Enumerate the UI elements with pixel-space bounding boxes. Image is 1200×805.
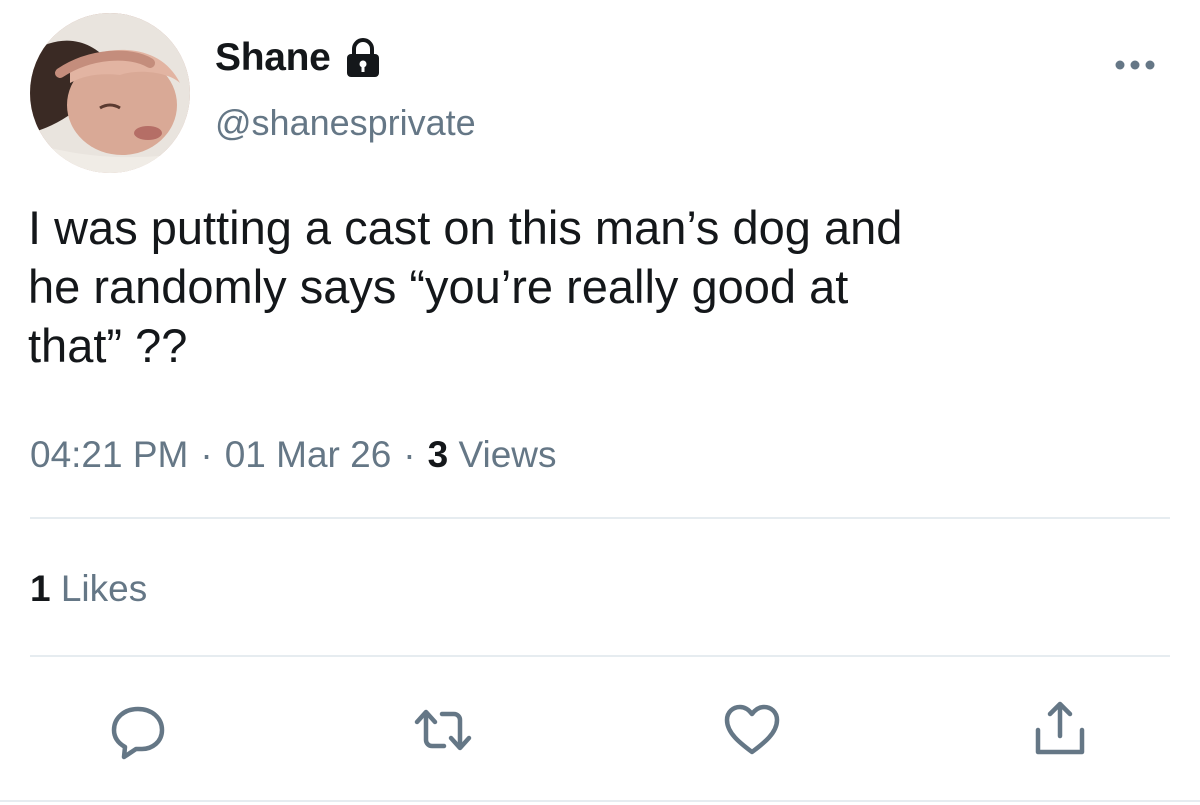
- reply-button[interactable]: [108, 700, 168, 760]
- tweet-time: 04:21 PM: [30, 434, 189, 475]
- views-count: 3: [427, 434, 449, 475]
- tweet-date: 01 Mar 26: [224, 434, 392, 475]
- share-icon: [1035, 701, 1085, 755]
- meta-separator: ·: [200, 434, 213, 475]
- likes-count: 1: [30, 568, 51, 609]
- more-icon[interactable]: [1113, 55, 1157, 75]
- likes-stat[interactable]: 1 Likes: [30, 568, 147, 610]
- divider: [0, 800, 1200, 802]
- display-name[interactable]: Shane: [215, 36, 331, 80]
- divider: [30, 655, 1170, 657]
- meta-separator: ·: [403, 434, 416, 475]
- user-handle[interactable]: @shanesprivate: [215, 102, 476, 144]
- user-name-row: Shane: [215, 36, 381, 80]
- reply-icon: [111, 706, 165, 760]
- lock-icon: [345, 38, 381, 78]
- likes-label: Likes: [50, 568, 148, 609]
- avatar[interactable]: [30, 13, 190, 173]
- retweet-icon: [414, 709, 472, 751]
- views-label: Views: [448, 434, 557, 475]
- views-stat[interactable]: 3 Views: [428, 434, 557, 476]
- heart-icon: [724, 704, 780, 755]
- like-button[interactable]: [722, 700, 782, 760]
- divider: [30, 517, 1170, 519]
- avatar-image: [30, 13, 190, 173]
- retweet-button[interactable]: [413, 700, 473, 760]
- tweet-text: I was putting a cast on this man’s dog a…: [28, 201, 903, 372]
- tweet-meta: 04:21 PM · 01 Mar 26 · 3 Views: [30, 434, 557, 476]
- share-button[interactable]: [1030, 700, 1090, 760]
